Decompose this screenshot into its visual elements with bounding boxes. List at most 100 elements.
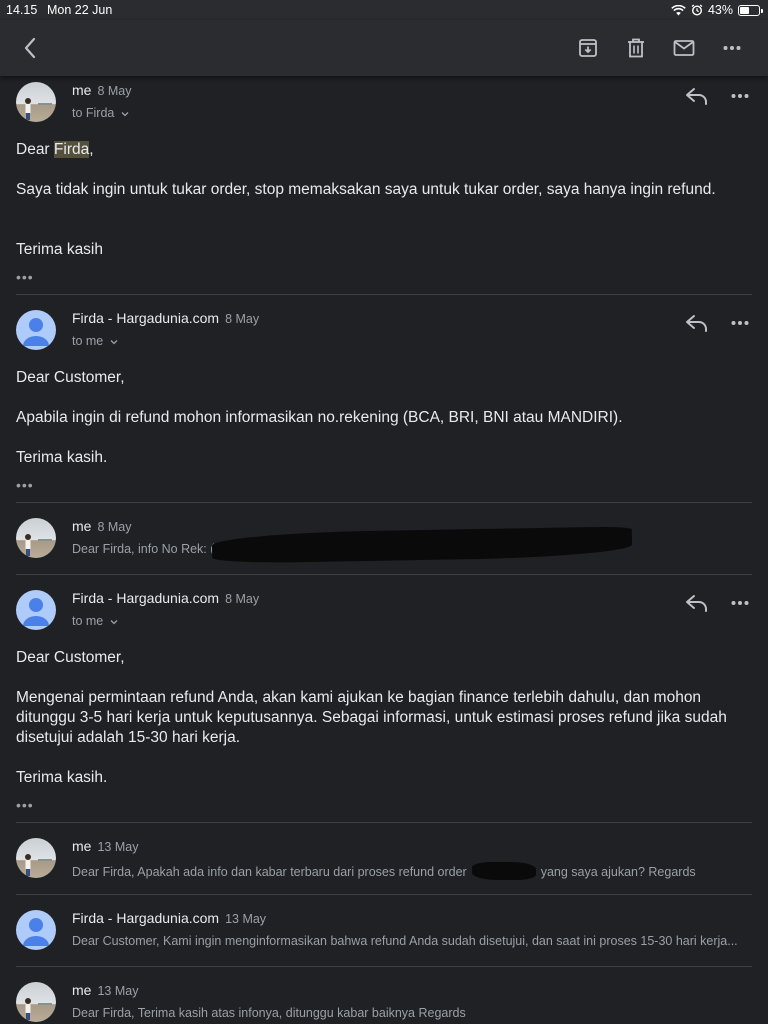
reply-button[interactable] bbox=[684, 83, 710, 109]
avatar[interactable] bbox=[16, 518, 56, 558]
message-snippet: Dear Firda, info No Rek: ( bbox=[72, 542, 215, 556]
sender-name: Firda - Hargadunia.com bbox=[72, 910, 220, 926]
chevron-down-icon bbox=[110, 620, 118, 625]
sender-line: me 8 May bbox=[72, 82, 132, 98]
message-collapsed[interactable]: me 13 May Dear Firda, Terima kasih atas i… bbox=[0, 966, 768, 1024]
reply-button[interactable] bbox=[684, 310, 710, 336]
message-greeting: Dear Customer, bbox=[16, 649, 125, 666]
show-trimmed-button[interactable]: ••• bbox=[16, 798, 34, 812]
more-icon bbox=[731, 321, 749, 325]
reply-icon bbox=[686, 595, 707, 612]
recipient-label: to me bbox=[72, 614, 104, 628]
archive-button[interactable] bbox=[574, 34, 602, 62]
reply-button[interactable] bbox=[684, 590, 710, 616]
snippet-before-redaction: Dear Firda, Apakah ada info dan kabar te… bbox=[72, 865, 467, 879]
avatar[interactable] bbox=[16, 910, 56, 950]
sender-line: Firda - Hargadunia.com 8 May bbox=[72, 590, 259, 606]
message-expanded: Firda - Hargadunia.com 8 May to me Dear C… bbox=[0, 574, 768, 822]
sender-line: me 13 May bbox=[72, 982, 138, 998]
status-right: 43% bbox=[671, 3, 763, 17]
status-bar: 14.15 Mon 22 Jun 43% bbox=[0, 0, 768, 20]
greeting-name-highlight: Firda bbox=[53, 141, 90, 158]
recipient-toggle[interactable]: to me bbox=[72, 614, 118, 628]
more-options-button[interactable] bbox=[718, 34, 746, 62]
message-collapsed[interactable]: me 8 May Dear Firda, info No Rek: ( bbox=[0, 502, 768, 574]
recipient-toggle[interactable]: to me bbox=[72, 334, 118, 348]
recipient-label: to me bbox=[72, 334, 104, 348]
recipient-label: to Firda bbox=[72, 106, 115, 120]
message-date: 13 May bbox=[97, 840, 139, 854]
greeting-prefix: Dear bbox=[16, 141, 54, 158]
message-date: 8 May bbox=[225, 312, 260, 326]
more-icon bbox=[723, 46, 741, 50]
battery-percent: 43% bbox=[707, 3, 733, 17]
show-trimmed-button[interactable]: ••• bbox=[16, 270, 34, 284]
status-date: Mon 22 Jun bbox=[47, 3, 113, 17]
back-button[interactable] bbox=[16, 34, 44, 62]
avatar[interactable] bbox=[16, 982, 56, 1022]
avatar[interactable] bbox=[16, 838, 56, 878]
message-body: Saya tidak ingin untuk tukar order, stop… bbox=[16, 181, 716, 198]
show-trimmed-button[interactable]: ••• bbox=[16, 478, 34, 492]
message-snippet: Dear Firda, Apakah ada info dan kabar te… bbox=[72, 862, 696, 880]
battery-icon bbox=[738, 4, 763, 16]
message-date: 8 May bbox=[97, 84, 132, 98]
message-closing: Terima kasih. bbox=[16, 449, 108, 466]
message-body: Mengenai permintaan refund Anda, akan ka… bbox=[16, 689, 727, 746]
redaction-mark bbox=[211, 526, 633, 564]
message-more-button[interactable] bbox=[728, 590, 752, 616]
battery-fill bbox=[740, 6, 749, 14]
mail-icon bbox=[673, 40, 695, 56]
person-icon bbox=[23, 918, 49, 946]
person-icon bbox=[23, 598, 49, 626]
sender-name: me bbox=[72, 982, 92, 998]
message-snippet: Dear Customer, Kami ingin menginformasik… bbox=[72, 934, 738, 948]
status-time: 14.15 bbox=[6, 3, 38, 17]
greeting-suffix: , bbox=[89, 141, 94, 158]
message-date: 8 May bbox=[97, 520, 132, 534]
sender-name: Firda - Hargadunia.com bbox=[72, 310, 220, 326]
message-collapsed[interactable]: Firda - Hargadunia.com 13 May Dear Custom… bbox=[0, 894, 768, 966]
person-photo-icon bbox=[25, 998, 52, 1020]
message-greeting: Dear Firda, bbox=[16, 140, 736, 160]
sender-line: me 8 May bbox=[72, 518, 132, 534]
message-more-button[interactable] bbox=[728, 310, 752, 336]
person-photo-icon bbox=[25, 534, 52, 556]
sender-name: me bbox=[72, 82, 92, 98]
archive-icon bbox=[579, 39, 597, 57]
redaction-mark bbox=[471, 862, 536, 880]
message-more-button[interactable] bbox=[728, 83, 752, 109]
reply-icon bbox=[686, 315, 707, 332]
recipient-toggle[interactable]: to Firda bbox=[72, 106, 129, 120]
trash-icon bbox=[628, 38, 644, 58]
message-body: Apabila ingin di refund mohon informasik… bbox=[16, 409, 623, 426]
avatar[interactable] bbox=[16, 590, 56, 630]
person-photo-icon bbox=[25, 854, 52, 876]
message-expanded: Firda - Hargadunia.com 8 May to me Dear C… bbox=[0, 294, 768, 502]
sender-line: Firda - Hargadunia.com 8 May bbox=[72, 310, 259, 326]
alarm-icon bbox=[691, 4, 703, 16]
back-icon bbox=[24, 37, 36, 59]
message-greeting: Dear Customer, bbox=[16, 369, 125, 386]
message-expanded: me 8 May to Firda Dear Firda, Saya tidak … bbox=[0, 76, 768, 294]
delete-button[interactable] bbox=[622, 34, 650, 62]
sender-line: me 13 May bbox=[72, 838, 138, 854]
person-icon bbox=[23, 318, 49, 346]
more-icon bbox=[731, 601, 749, 605]
message-date: 13 May bbox=[97, 984, 139, 998]
message-date: 13 May bbox=[225, 912, 267, 926]
reply-icon bbox=[686, 88, 707, 105]
mark-unread-button[interactable] bbox=[670, 34, 698, 62]
message-closing: Terima kasih. bbox=[16, 769, 108, 786]
person-photo-icon bbox=[25, 98, 52, 120]
sender-name: Firda - Hargadunia.com bbox=[72, 590, 220, 606]
message-snippet: Dear Firda, Terima kasih atas infonya, d… bbox=[72, 1006, 466, 1020]
more-icon bbox=[731, 94, 749, 98]
chevron-down-icon bbox=[121, 112, 129, 117]
avatar[interactable] bbox=[16, 310, 56, 350]
toolbar bbox=[0, 20, 768, 76]
message-collapsed[interactable]: me 13 May Dear Firda, Apakah ada info dan… bbox=[0, 822, 768, 894]
message-date: 8 May bbox=[225, 592, 260, 606]
avatar[interactable] bbox=[16, 82, 56, 122]
wifi-icon bbox=[671, 4, 686, 15]
